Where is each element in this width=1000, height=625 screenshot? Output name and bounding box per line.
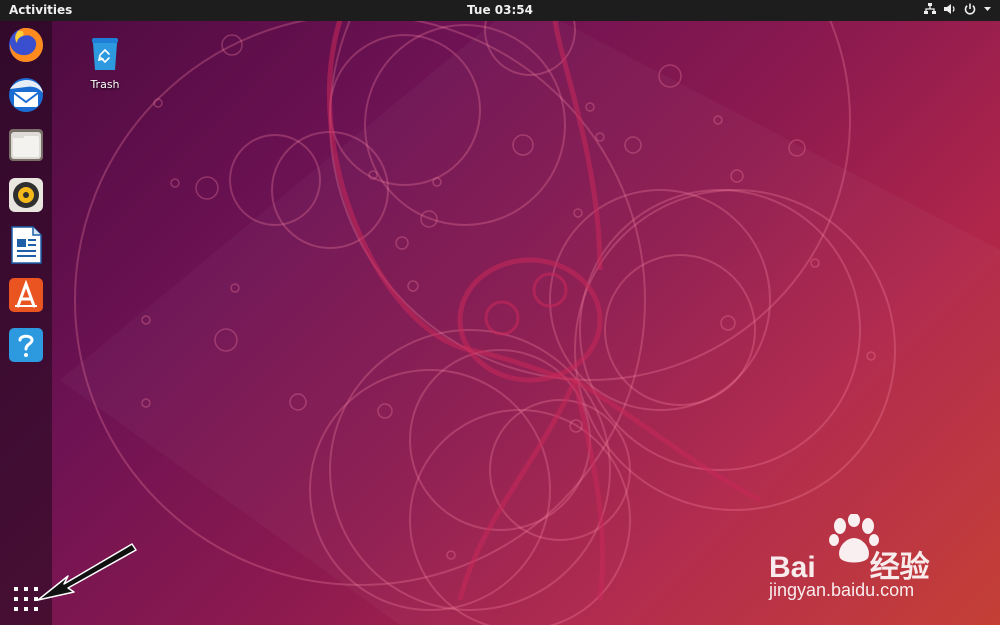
- system-tray[interactable]: [923, 2, 992, 16]
- trash-label: Trash: [90, 78, 120, 91]
- firefox-icon: [9, 28, 43, 62]
- desktop-screen: Activities Tue 03:54 Trash Bai 经验 jingya…: [0, 0, 1000, 625]
- menu-arrow-icon: [983, 2, 992, 16]
- dock-item-writer[interactable]: [6, 225, 46, 265]
- files-icon: [9, 129, 43, 161]
- dock-item-thunderbird[interactable]: [6, 75, 46, 115]
- clock-area: Tue 03:54: [0, 3, 1000, 17]
- help-icon: [9, 328, 43, 362]
- desktop-trash[interactable]: Trash: [80, 36, 130, 91]
- baidu-watermark: Bai 经验 jingyan.baidu.com: [764, 512, 964, 612]
- writer-icon: [11, 226, 42, 264]
- dock-item-rhythmbox[interactable]: [6, 175, 46, 215]
- dock: [0, 21, 52, 625]
- rhythmbox-icon: [9, 178, 43, 212]
- network-icon: [923, 2, 937, 16]
- clock-button[interactable]: Tue 03:54: [467, 3, 533, 17]
- software-icon: [9, 278, 43, 312]
- baidu-domain: jingyan.baidu.com: [769, 580, 915, 600]
- trash-icon: [92, 38, 118, 70]
- volume-icon: [943, 2, 957, 16]
- dock-item-help[interactable]: [6, 325, 46, 365]
- dock-item-files[interactable]: [6, 125, 46, 165]
- thunderbird-icon: [9, 78, 43, 112]
- top-bar: Activities Tue 03:54: [0, 0, 1000, 21]
- power-icon: [963, 2, 977, 16]
- dock-item-software[interactable]: [6, 275, 46, 315]
- activities-button[interactable]: Activities: [9, 3, 72, 17]
- pointer-arrow-icon: [37, 543, 137, 601]
- dock-item-firefox[interactable]: [6, 25, 46, 65]
